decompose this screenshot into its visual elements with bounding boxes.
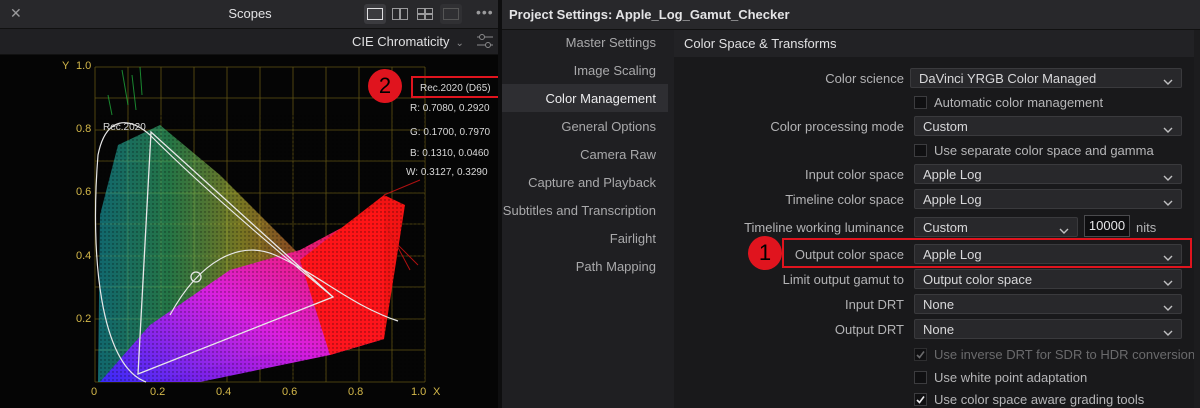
x-axis-label: X bbox=[433, 386, 441, 398]
scope-toolbar: CIE Chromaticity ⌄ bbox=[0, 29, 498, 55]
color-science-label: Color science bbox=[825, 71, 904, 86]
timeline-cs-label: Timeline color space bbox=[785, 192, 904, 207]
auto-cm-label: Automatic color management bbox=[934, 95, 1104, 110]
input-drt-label: Input DRT bbox=[844, 297, 904, 312]
processing-mode-label: Color processing mode bbox=[770, 119, 904, 134]
green-streaks bbox=[107, 66, 143, 116]
annotation-badge-1: 1 bbox=[748, 236, 782, 270]
limit-gamut-dropdown[interactable]: Output color space bbox=[914, 269, 1182, 289]
scope-type-label: CIE Chromaticity bbox=[352, 34, 450, 49]
close-icon[interactable]: ✕ bbox=[10, 5, 22, 22]
cs-aware-label: Use color space aware grading tools bbox=[934, 392, 1145, 407]
project-settings-panel: Project Settings: Apple_Log_Gamut_Checke… bbox=[502, 0, 1200, 408]
separate-cs-checkbox[interactable] bbox=[914, 144, 927, 157]
dropdown-value: None bbox=[923, 322, 955, 337]
cie-chromaticity-plot: Y 1.0 0.8 0.6 0.4 0.2 0 0.2 0.4 0.6 0.8 … bbox=[0, 55, 501, 408]
chevron-down-icon bbox=[1163, 195, 1173, 210]
inverse-drt-label: Use inverse DRT for SDR to HDR conversio… bbox=[934, 347, 1196, 362]
input-cs-label: Input color space bbox=[804, 167, 904, 182]
scopes-panel: ✕ Scopes ••• CIE Chromaticity ⌄ Y 1.0 0.… bbox=[0, 0, 501, 408]
cs-aware-checkbox[interactable] bbox=[914, 393, 927, 406]
nav-master-settings[interactable]: Master Settings bbox=[566, 35, 656, 50]
annotation-box-2 bbox=[411, 76, 501, 98]
settings-sidebar: Master Settings Image Scaling Color Mana… bbox=[502, 30, 668, 408]
dropdown-value: Apple Log bbox=[923, 192, 982, 207]
more-options-icon[interactable]: ••• bbox=[476, 4, 494, 20]
chevron-down-icon bbox=[1163, 122, 1173, 137]
scopes-title: Scopes bbox=[228, 6, 272, 21]
chevron-down-icon bbox=[1163, 300, 1173, 315]
timeline-cs-dropdown[interactable]: Apple Log bbox=[914, 189, 1182, 209]
dropdown-value: None bbox=[923, 297, 955, 312]
nav-image-scaling[interactable]: Image Scaling bbox=[574, 63, 656, 78]
chevron-down-icon bbox=[1163, 275, 1173, 290]
dropdown-value: Output color space bbox=[923, 272, 1033, 287]
layout-quad-icon[interactable] bbox=[414, 4, 436, 24]
y-tick: 0.4 bbox=[76, 250, 91, 262]
input-cs-dropdown[interactable]: Apple Log bbox=[914, 164, 1182, 184]
annotation-box-1 bbox=[782, 238, 1192, 268]
nav-camera-raw[interactable]: Camera Raw bbox=[580, 147, 656, 162]
separate-cs-label: Use separate color space and gamma bbox=[934, 143, 1154, 158]
dropdown-value: DaVinci YRGB Color Managed bbox=[919, 71, 1097, 86]
primary-b: B: 0.1310, 0.0460 bbox=[410, 148, 489, 159]
scope-type-dropdown[interactable]: CIE Chromaticity ⌄ bbox=[352, 34, 464, 49]
primary-r: R: 0.7080, 0.2920 bbox=[410, 103, 490, 114]
chevron-down-icon bbox=[1163, 74, 1173, 89]
white-point-label: Use white point adaptation bbox=[934, 370, 1088, 385]
nits-input[interactable]: 10000 bbox=[1084, 215, 1130, 237]
annotation-badge-2: 2 bbox=[368, 69, 402, 103]
white-point-checkbox[interactable] bbox=[914, 371, 927, 384]
inverse-drt-checkbox[interactable] bbox=[914, 348, 927, 361]
x-tick: 0.6 bbox=[282, 386, 297, 398]
primary-w: W: 0.3127, 0.3290 bbox=[406, 167, 488, 178]
y-axis-label: Y bbox=[62, 60, 70, 72]
x-tick: 0.4 bbox=[216, 386, 231, 398]
nav-capture-playback[interactable]: Capture and Playback bbox=[528, 175, 656, 190]
working-lum-label: Timeline working luminance bbox=[744, 220, 904, 235]
output-drt-dropdown[interactable]: None bbox=[914, 319, 1182, 339]
y-tick: 0.8 bbox=[76, 123, 91, 135]
curve-label: Rec.2020 bbox=[103, 122, 146, 133]
layout-split-icon[interactable] bbox=[389, 4, 411, 24]
y-tick: 0.6 bbox=[76, 186, 91, 198]
auto-cm-checkbox[interactable] bbox=[914, 96, 927, 109]
input-drt-dropdown[interactable]: None bbox=[914, 294, 1182, 314]
working-lum-dropdown[interactable]: Custom bbox=[914, 217, 1078, 237]
chevron-down-icon bbox=[1059, 223, 1069, 238]
settings-header: Project Settings: Apple_Log_Gamut_Checke… bbox=[502, 0, 1200, 30]
nav-fairlight[interactable]: Fairlight bbox=[610, 231, 656, 246]
section-title: Color Space & Transforms bbox=[684, 36, 837, 51]
y-tick: 0.2 bbox=[76, 313, 91, 325]
section-header: Color Space & Transforms bbox=[674, 30, 1200, 57]
layout-single-icon[interactable] bbox=[364, 4, 386, 24]
primary-g: G: 0.1700, 0.7970 bbox=[410, 127, 491, 138]
nav-subtitles-transcription[interactable]: Subtitles and Transcription bbox=[503, 203, 656, 218]
scope-settings-icon[interactable] bbox=[474, 31, 496, 51]
chevron-down-icon bbox=[1163, 170, 1173, 185]
scopes-header: ✕ Scopes ••• bbox=[0, 0, 498, 29]
dropdown-value: Apple Log bbox=[923, 167, 982, 182]
x-tick: 1.0 bbox=[411, 386, 426, 398]
nav-general-options[interactable]: General Options bbox=[561, 119, 656, 134]
nav-path-mapping[interactable]: Path Mapping bbox=[576, 259, 656, 274]
processing-mode-dropdown[interactable]: Custom bbox=[914, 116, 1182, 136]
output-drt-label: Output DRT bbox=[834, 322, 904, 337]
color-management-content: Color Space & Transforms Color science D… bbox=[674, 30, 1200, 408]
x-tick: 0.2 bbox=[150, 386, 165, 398]
chevron-down-icon: ⌄ bbox=[455, 38, 464, 49]
dropdown-value: Custom bbox=[923, 220, 968, 235]
color-science-dropdown[interactable]: DaVinci YRGB Color Managed bbox=[910, 68, 1182, 88]
scrollbar[interactable] bbox=[1194, 30, 1200, 408]
dropdown-value: Custom bbox=[923, 119, 968, 134]
nits-unit: nits bbox=[1136, 220, 1157, 235]
layout-grid-icon[interactable] bbox=[440, 4, 462, 24]
window-title: Project Settings: Apple_Log_Gamut_Checke… bbox=[509, 7, 790, 22]
limit-gamut-label: Limit output gamut to bbox=[782, 272, 904, 287]
y-tick: 1.0 bbox=[76, 60, 91, 72]
x-tick: 0 bbox=[91, 386, 97, 398]
x-tick: 0.8 bbox=[348, 386, 363, 398]
nav-color-management[interactable]: Color Management bbox=[545, 91, 656, 106]
chevron-down-icon bbox=[1163, 325, 1173, 340]
